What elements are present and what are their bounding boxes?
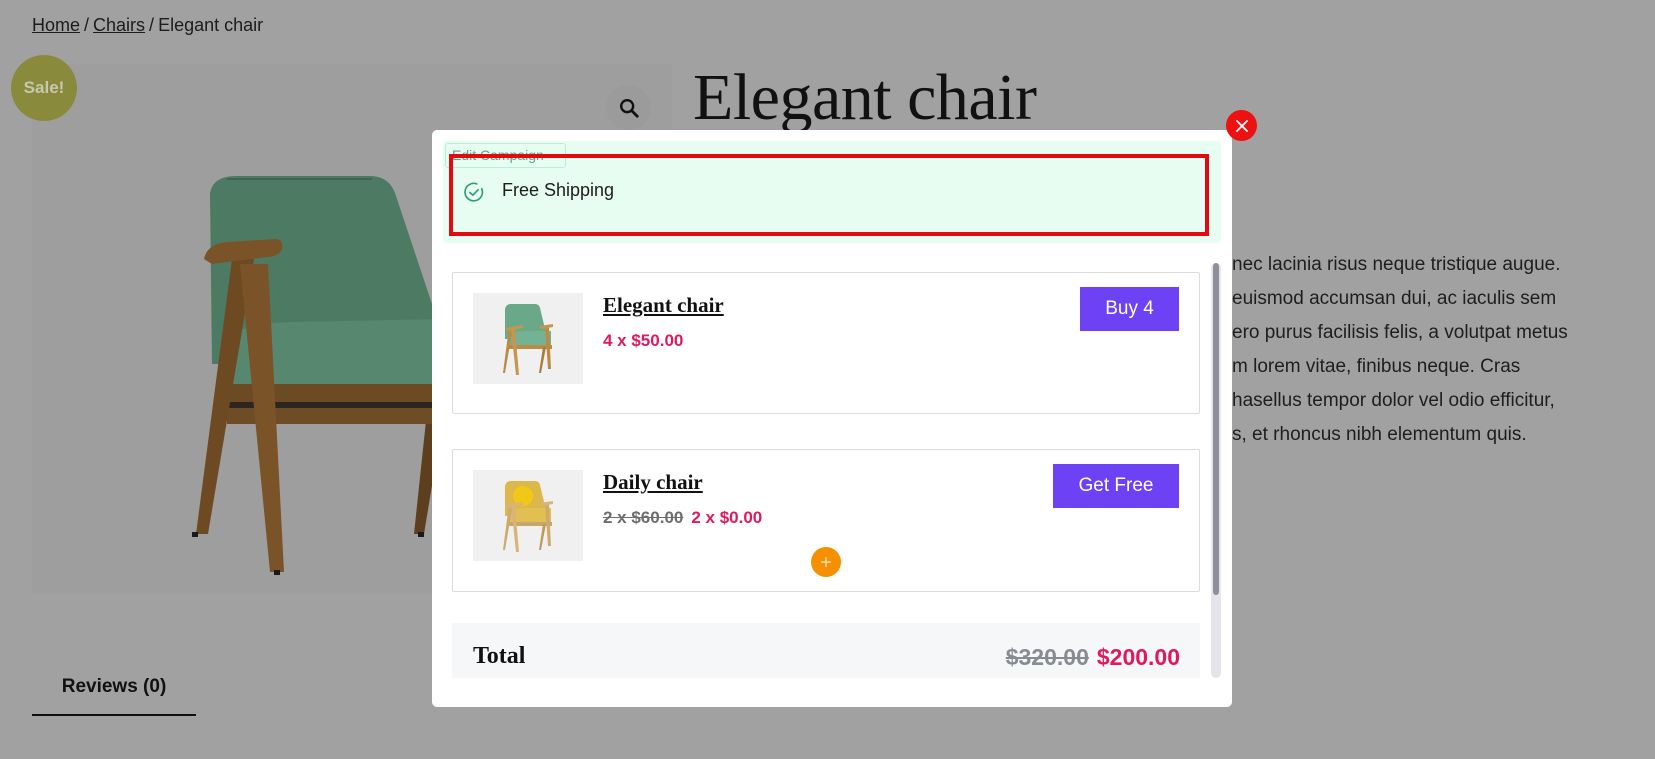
- description-line: m lorem vitae, finibus neque. Cras: [1232, 356, 1521, 377]
- total-prices: $320.00 $200.00: [1006, 644, 1180, 671]
- close-modal-button[interactable]: [1226, 110, 1257, 141]
- total-old-price: $320.00: [1005, 644, 1089, 670]
- offer-price: 2 x $60.00 2 x $0.00: [603, 508, 762, 528]
- close-icon: [1235, 119, 1248, 132]
- product-title: Elegant chair: [693, 61, 1037, 134]
- breadcrumb-separator: /: [84, 15, 90, 35]
- product-description: nec lacinia risus neque tristique augue.…: [1232, 248, 1568, 452]
- search-icon: [619, 98, 639, 118]
- total-label: Total: [473, 643, 526, 669]
- offer-card: Elegant chair 4 x $50.00 Buy 4: [452, 272, 1200, 414]
- scrollbar-thumb[interactable]: [1213, 263, 1219, 595]
- sale-badge: Sale!: [11, 55, 77, 121]
- breadcrumb-chairs-link[interactable]: Chairs: [93, 15, 145, 35]
- offer-new-price: 2 x $0.00: [691, 508, 763, 527]
- description-line: ero purus facilisis felis, a volutpat me…: [1232, 322, 1568, 343]
- get-free-button[interactable]: Get Free: [1053, 464, 1179, 508]
- zoom-button[interactable]: [606, 85, 651, 130]
- chair-image: [503, 304, 553, 375]
- campaign-banner: Edit Campaign Free Shipping: [443, 141, 1221, 243]
- offer-price: 4 x $50.00: [603, 331, 683, 351]
- buy-4-button[interactable]: Buy 4: [1080, 287, 1179, 331]
- offer-thumbnail: [473, 293, 583, 384]
- plus-icon: [821, 557, 831, 567]
- offer-product-name[interactable]: Elegant chair: [603, 293, 724, 318]
- description-line: s, et rhoncus nibh elementum quis.: [1232, 424, 1527, 445]
- scrollbar[interactable]: [1211, 263, 1221, 678]
- offer-new-price: 4 x $50.00: [603, 331, 684, 350]
- breadcrumb-separator: /: [149, 15, 155, 35]
- breadcrumb-home-link[interactable]: Home: [32, 15, 80, 35]
- total-new-price: $200.00: [1096, 644, 1180, 670]
- description-line: euismod accumsan dui, ac iaculis sem: [1232, 288, 1557, 309]
- chair-image: [503, 481, 553, 552]
- breadcrumb: Home / Chairs / Elegant chair: [32, 15, 263, 36]
- offers-list[interactable]: Elegant chair 4 x $50.00 Buy 4 Daily cha…: [432, 252, 1232, 707]
- total-summary: Total $320.00 $200.00: [452, 623, 1200, 678]
- offer-old-price: 2 x $60.00: [603, 508, 684, 527]
- tab-reviews[interactable]: Reviews (0): [32, 672, 196, 716]
- description-line: nec lacinia risus neque tristique augue.: [1232, 254, 1561, 275]
- offer-product-name[interactable]: Daily chair: [603, 470, 703, 495]
- upsell-modal: Edit Campaign Free Shipping Elegant chai…: [432, 130, 1232, 707]
- breadcrumb-current: Elegant chair: [158, 15, 264, 35]
- description-line: hasellus tempor dolor vel odio efficitur…: [1232, 390, 1555, 411]
- highlight-box: [449, 154, 1209, 236]
- offer-thumbnail: [473, 470, 583, 561]
- add-bundle-button[interactable]: [811, 547, 841, 577]
